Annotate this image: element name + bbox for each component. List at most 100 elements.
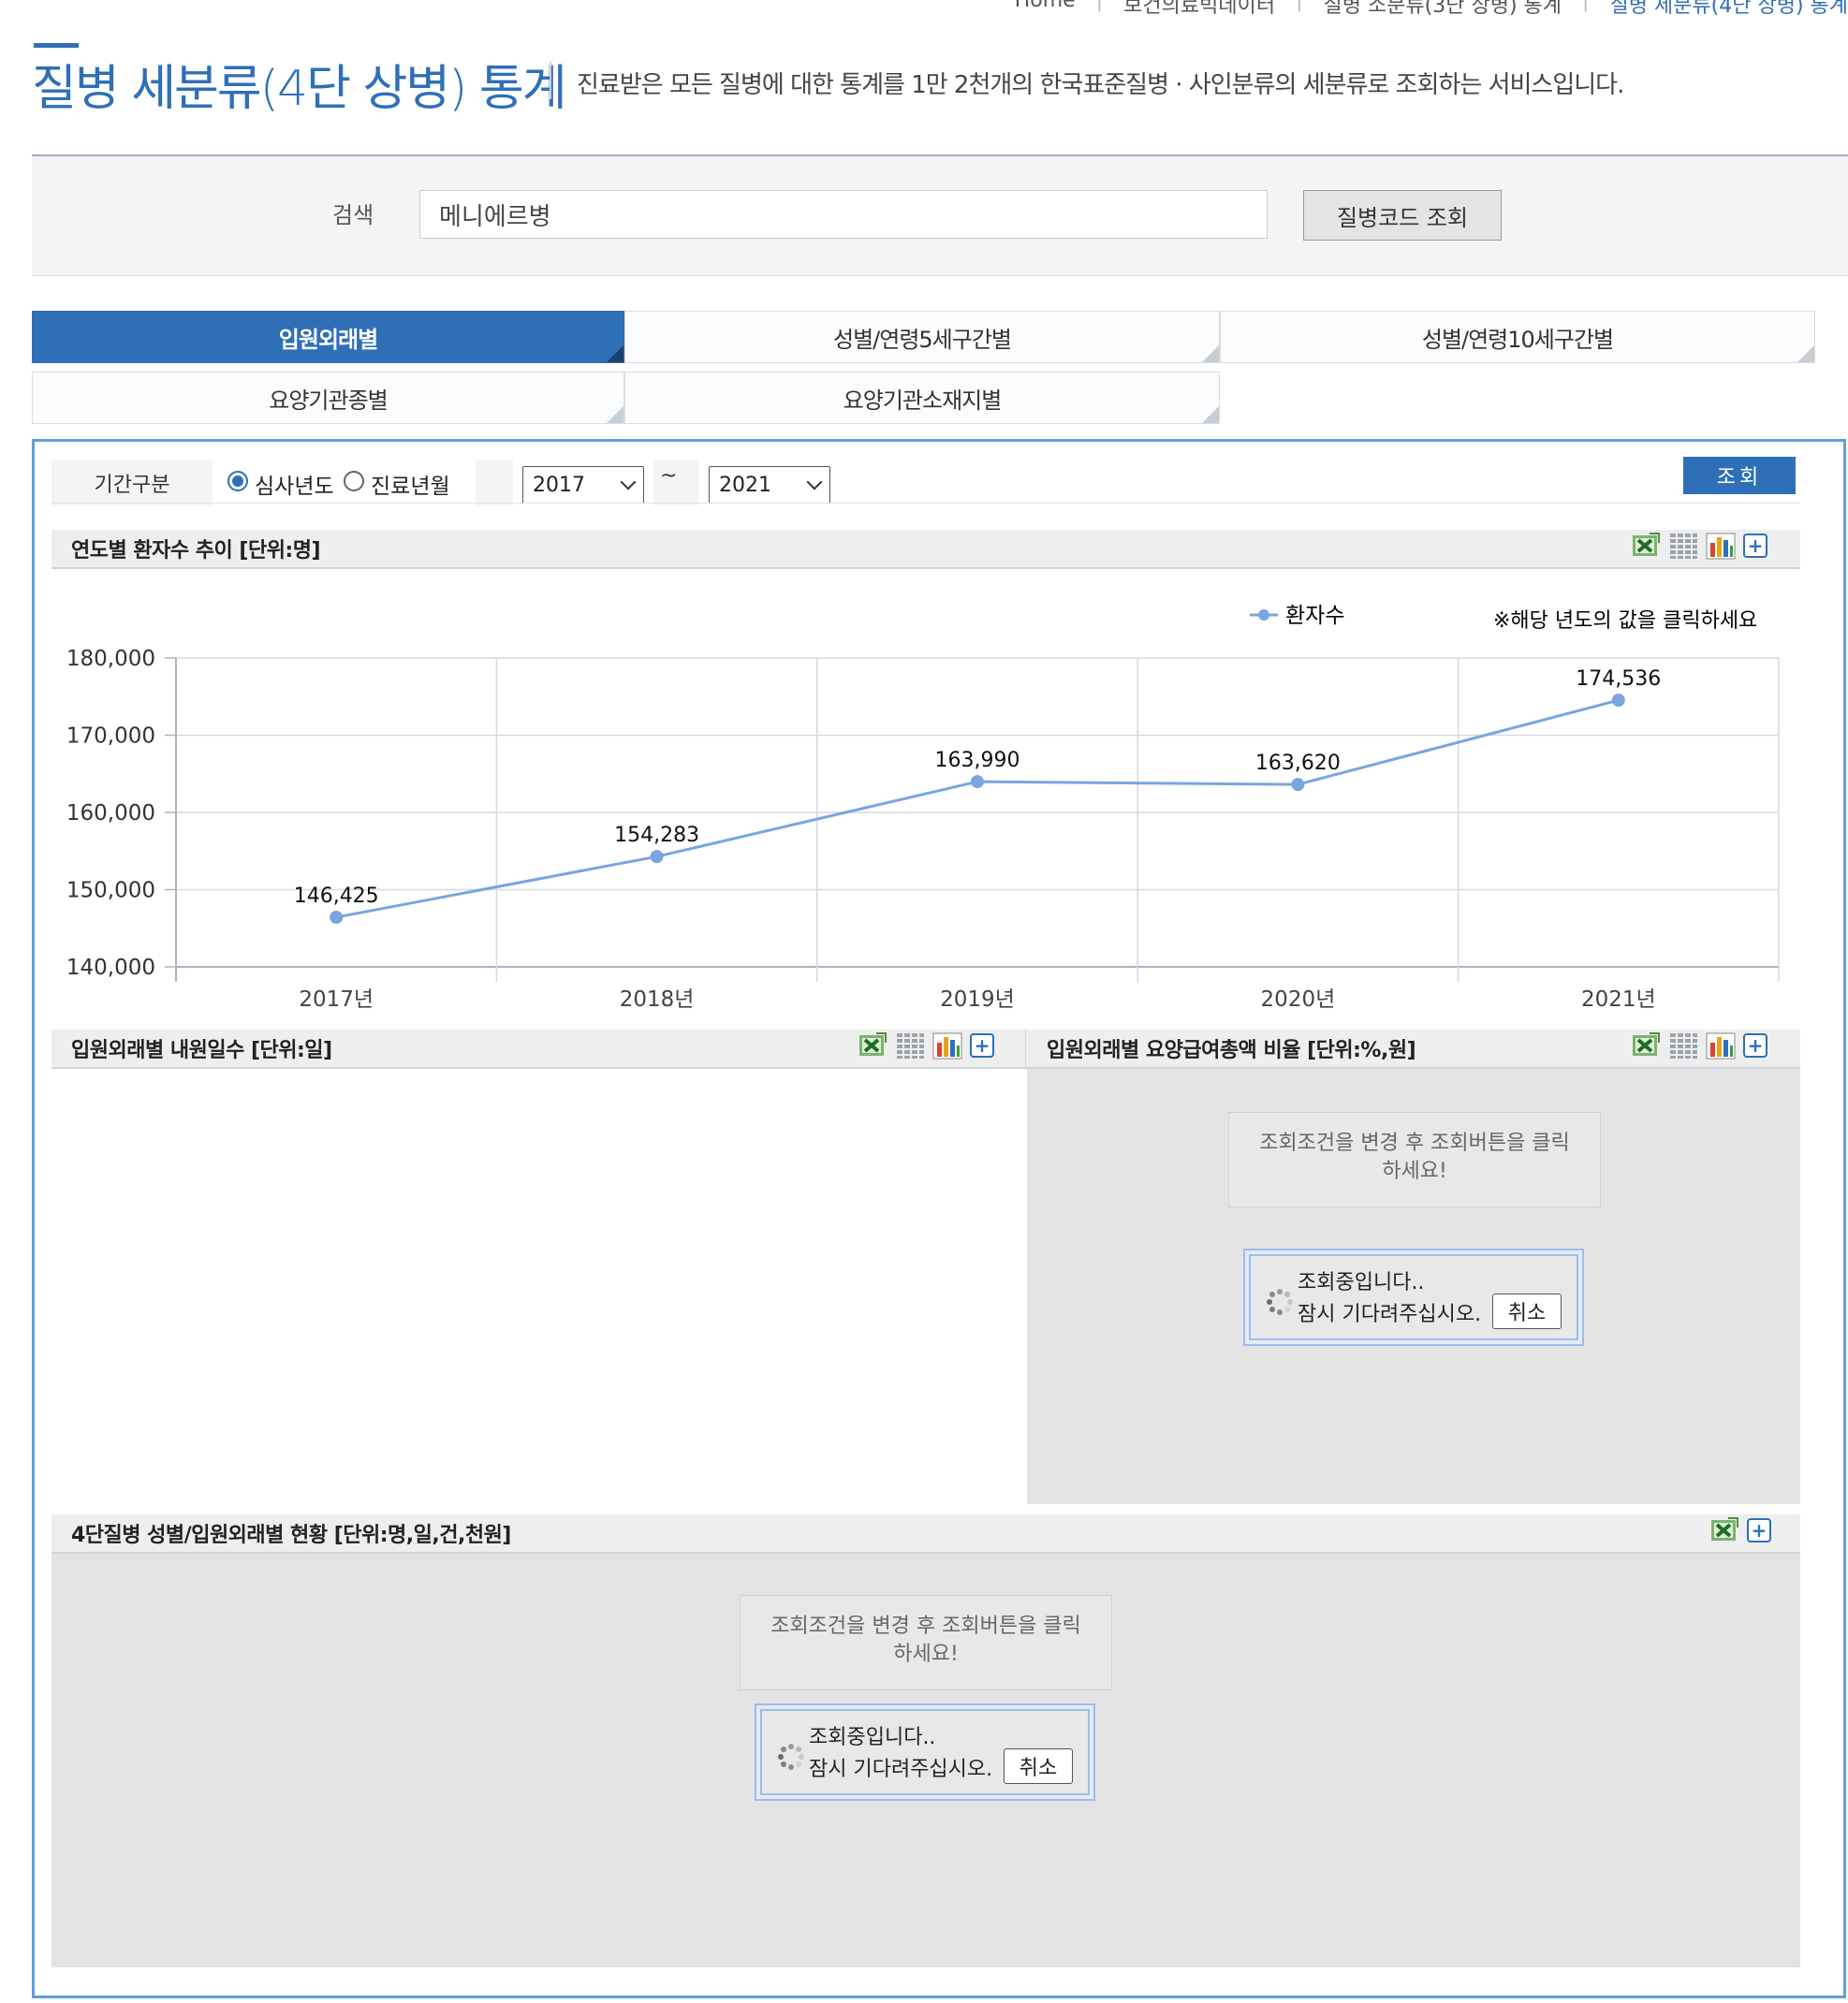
title-divider [550,62,551,99]
series-line-patients [335,698,1620,919]
legend-label: 환자수 [1285,604,1344,628]
page-subtitle: 진료받은 모든 질병에 대한 통계를 1만 2천개의 한국표준질병 · 사인분류… [577,71,1624,99]
disease-code-search-button[interactable]: 질병코드 조회 [1303,190,1502,241]
x-tick-label: 2021년 [1581,987,1656,1012]
spinner-icon [1267,1289,1293,1315]
benefit-section-title: 입원외래별 요양급여총액 비율 [단위:%,원] [1047,1039,1416,1062]
bar-chart-icon[interactable] [932,1031,962,1060]
y-tick-label: 160,000 [66,801,155,826]
data-point[interactable] [330,910,344,924]
visit-days-section-title: 입원외래별 내원일수 [단위:일] [71,1039,332,1062]
chevron-down-icon [620,474,637,490]
data-label: 163,620 [1255,752,1341,775]
radio-review-year[interactable] [227,471,248,491]
cancel-button[interactable]: 취소 [1492,1294,1562,1329]
period-divider [51,503,1800,504]
y-tick-label: 140,000 [66,956,155,980]
plus-icon[interactable]: + [1743,1033,1767,1058]
chart-x-axis: 2017년 2018년 2019년 2020년 2021년 [299,987,1655,1012]
tab-label: 성별/연령5세구간별 [833,326,1012,353]
tab-sex-age10[interactable]: 성별/연령10세구간별 [1220,311,1815,363]
x-tick-label: 2018년 [620,987,695,1012]
data-point[interactable] [1291,778,1305,792]
data-point[interactable] [971,775,984,789]
to-year-select[interactable]: 2021 [709,466,830,504]
breadcrumb-current: 질병 세분류(4단 상병) 통계 [1609,0,1848,18]
chart-note: ※해당 년도의 값을 클릭하세요 [1493,609,1757,633]
query-button[interactable]: 조회 [1683,457,1796,494]
chevron-down-icon [806,474,823,490]
search-label: 검색 [332,202,374,228]
breadcrumb: Home | 보건의료빅데이터 | 질병 소분류(3단 상병) 통계 | 질병 세분류… [1015,0,1848,19]
excel-icon[interactable] [858,1031,887,1060]
visit-days-chart-area [51,1069,1025,1504]
status-loading-dialog: 조회중입니다.. 잠시 기다려주십시오. 취소 [755,1703,1095,1801]
y-tick-label: 170,000 [66,724,155,749]
breadcrumb-item[interactable]: 질병 소분류(3단 상병) 통계 [1323,0,1562,19]
data-label: 163,990 [935,749,1020,772]
plus-icon[interactable]: + [1747,1518,1771,1542]
radio-treatment-month-label[interactable]: 진료년월 [371,468,450,500]
data-label: 146,425 [294,885,379,908]
to-year-value: 2021 [719,473,771,497]
x-tick-label: 2020년 [1261,987,1336,1012]
status-notice: 조회조건을 변경 후 조회버튼을 클릭 하세요! [740,1595,1112,1690]
excel-icon[interactable] [1631,1031,1661,1060]
chart-legend: 환자수 [1250,604,1344,628]
benefit-notice: 조회조건을 변경 후 조회버튼을 클릭 하세요! [1228,1112,1601,1207]
x-tick-label: 2017년 [299,987,374,1012]
tab-sex-age5[interactable]: 성별/연령5세구간별 [624,311,1220,363]
benefit-toolbar: + [1631,1031,1767,1060]
notice-line: 하세요! [893,1643,959,1666]
benefit-loading-dialog: 조회중입니다.. 잠시 기다려주십시오. 취소 [1243,1249,1584,1346]
notice-line: 하세요! [1382,1160,1447,1183]
loading-line: 조회중입니다.. [1298,1271,1425,1294]
excel-icon[interactable] [1631,532,1661,560]
spinner-icon [778,1744,804,1770]
x-tick-label: 2019년 [940,987,1015,1012]
legend-marker [1258,609,1269,621]
tab-institution-type[interactable]: 요양기관종별 [32,372,624,424]
grid-icon[interactable] [1668,532,1698,560]
page-title: 질병 세분류(4단 상병) 통계 [32,61,567,117]
breadcrumb-home[interactable]: Home [1015,0,1076,19]
data-point[interactable] [1611,694,1625,708]
trend-toolbar: + [1631,532,1767,560]
excel-icon[interactable] [1709,1516,1739,1544]
tab-label: 성별/연령10세구간별 [1421,326,1614,353]
tab-label: 요양기관종별 [269,387,388,414]
plus-icon[interactable]: + [1743,534,1767,558]
plus-icon[interactable]: + [970,1033,994,1058]
search-input[interactable] [419,190,1268,239]
notice-line: 조회조건을 변경 후 조회버튼을 클릭 [1259,1132,1570,1155]
tab-label: 요양기관소재지별 [843,387,1003,414]
grid-icon[interactable] [895,1031,925,1060]
visit-days-toolbar: + [858,1031,994,1060]
loading-line: 잠시 기다려주십시오. [1298,1303,1482,1326]
data-point[interactable] [650,850,664,864]
data-label: 174,536 [1576,667,1661,691]
cancel-button[interactable]: 취소 [1004,1748,1073,1784]
period-label: 기간구분 [51,461,213,505]
radio-treatment-month[interactable] [344,471,364,491]
bar-chart-icon[interactable] [1706,532,1736,560]
bar-chart-icon[interactable] [1706,1031,1736,1060]
title-accent-bar [34,43,79,48]
loading-line: 조회중입니다.. [809,1726,936,1749]
breadcrumb-item[interactable]: 보건의료빅데이터 [1123,0,1275,19]
period-tilde: ~ [660,464,678,488]
from-year-select[interactable]: 2017 [522,466,644,504]
patient-trend-chart: 140,000 150,000 160,000 170,000 180,000 2017… [66,604,1780,1012]
tab-institution-region[interactable]: 요양기관소재지별 [624,372,1220,424]
data-label: 154,283 [614,824,699,847]
chart-grid [175,657,1780,982]
grid-icon[interactable] [1668,1031,1698,1060]
tab-label: 입원외래별 [278,326,378,353]
radio-review-year-label[interactable]: 심사년도 [255,468,334,500]
chart-y-axis: 140,000 150,000 160,000 170,000 180,000 [66,647,176,980]
trend-section-title: 연도별 환자수 추이 [단위:명] [71,539,321,563]
tab-inpatient-outpatient[interactable]: 입원외래별 [32,311,624,363]
status-section-title: 4단질병 성별/입원외래별 현황 [단위:명,일,건,천원] [71,1524,511,1547]
y-tick-label: 180,000 [66,647,155,671]
from-year-value: 2017 [533,473,585,497]
